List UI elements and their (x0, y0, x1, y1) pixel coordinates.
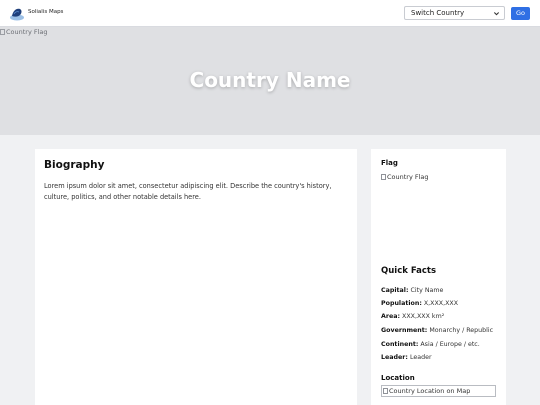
fact-label: Government: (381, 327, 428, 334)
country-select-value: Switch Country (411, 9, 465, 17)
fact-value: XXX,XXX km² (400, 313, 445, 320)
fact-area: Area: XXX,XXX km² (381, 313, 444, 320)
page-title: Country Name (189, 68, 351, 92)
broken-image-icon (381, 174, 386, 180)
chevron-down-icon (493, 12, 500, 16)
fact-label: Leader: (381, 354, 408, 361)
info-sidebar: Flag Country Flag Quick Facts Capital: C… (371, 149, 506, 405)
fact-value: Leader (407, 354, 432, 361)
fact-leader: Leader: Leader (381, 354, 432, 361)
biography-text: Lorem ipsum dolor sit amet, consectetur … (44, 182, 332, 201)
broken-image-icon (383, 388, 388, 394)
biography-heading: Biography (44, 159, 105, 171)
fact-government: Government: Monarchy / Republic (381, 327, 493, 334)
fact-capital: Capital: City Name (381, 287, 443, 294)
location-map: Country Location on Map (381, 385, 496, 397)
fact-label: Area: (381, 313, 401, 320)
biography-card: Biography Lorem ipsum dolor sit amet, co… (35, 149, 357, 405)
flag-image: Country Flag (381, 173, 429, 181)
flag-heading: Flag (381, 159, 398, 167)
fact-value: X,XXX,XXX (421, 300, 459, 307)
fact-value: City Name (408, 287, 444, 294)
hero-flag-image: Country Flag (0, 28, 48, 36)
fact-value: Asia / Europe / etc. (418, 341, 480, 348)
brand-name[interactable]: Solialis Maps (28, 9, 63, 15)
fact-label: Continent: (381, 341, 419, 348)
hero-banner: Country Flag Country Name (0, 27, 540, 135)
map-alt-text: Country Location on Map (389, 387, 471, 395)
location-heading: Location (381, 374, 415, 382)
country-select[interactable]: Switch Country (404, 6, 505, 20)
fact-value: Monarchy / Republic (427, 327, 494, 334)
fact-continent: Continent: Asia / Europe / etc. (381, 341, 480, 348)
fact-population: Population: X,XXX,XXX (381, 300, 458, 307)
top-navbar: Solialis Maps Switch Country Go (0, 0, 540, 27)
hero-flag-alt: Country Flag (6, 28, 48, 36)
fact-label: Population: (381, 300, 422, 307)
fact-label: Capital: (381, 287, 409, 294)
go-button[interactable]: Go (511, 7, 530, 20)
globe-logo-icon[interactable] (9, 6, 25, 21)
quick-facts-heading: Quick Facts (381, 266, 437, 276)
flag-alt-text: Country Flag (387, 173, 429, 181)
broken-image-icon (0, 29, 5, 35)
